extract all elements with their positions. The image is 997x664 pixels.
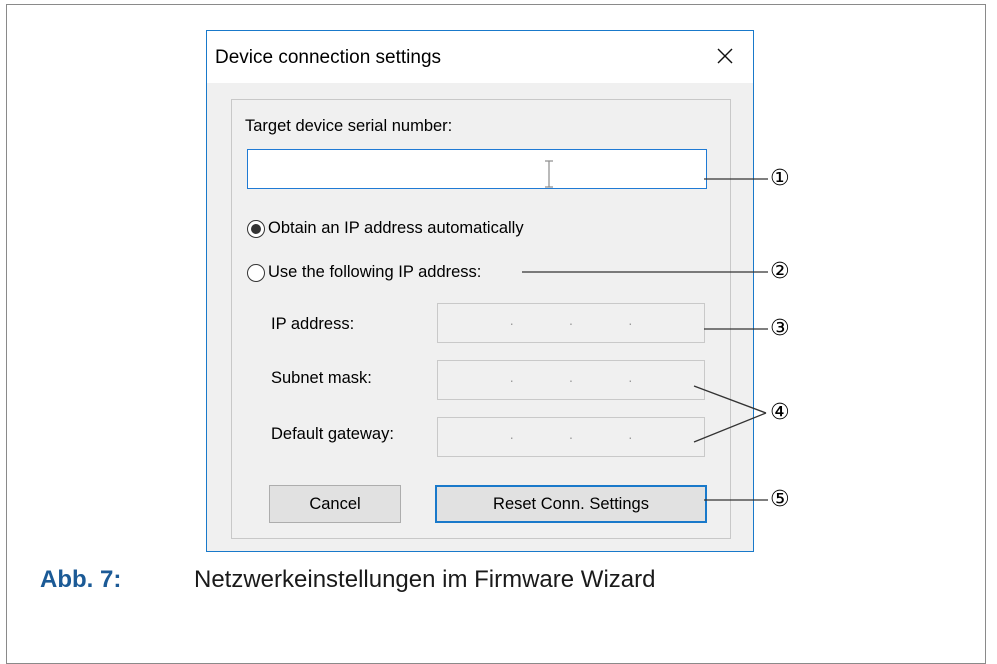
reset-conn-settings-button[interactable]: Reset Conn. Settings [435, 485, 707, 523]
radio-button-checked[interactable] [247, 219, 265, 238]
device-connection-dialog: Device connection settings Target device… [206, 30, 754, 552]
octet-separator: · [509, 372, 514, 388]
octet-separator: · [568, 372, 574, 388]
close-icon [717, 48, 733, 64]
octet-separator: · [568, 315, 574, 331]
close-button[interactable] [707, 39, 743, 73]
octet-separator: · [509, 429, 514, 445]
subnet-mask-label: Subnet mask: [271, 369, 372, 387]
octet-separator: · [509, 315, 514, 331]
serial-number-label: Target device serial number: [245, 117, 453, 135]
serial-number-input[interactable] [247, 149, 707, 189]
callout-1: ① [770, 166, 790, 191]
octet-separator: · [627, 372, 633, 388]
figure-label: Abb. 7: [40, 566, 122, 593]
callout-3: ③ [770, 316, 790, 341]
callout-4: ④ [770, 400, 790, 425]
title-bar: Device connection settings [207, 31, 753, 83]
callout-2: ② [770, 259, 790, 284]
octet-separator: · [568, 429, 574, 445]
callout-5: ⑤ [770, 487, 790, 512]
radio-obtain-automatically[interactable]: Obtain an IP address automatically [247, 219, 524, 238]
octet-separator: · [627, 315, 633, 331]
subnet-mask-field: · · · [437, 360, 705, 400]
radio-use-following[interactable]: Use the following IP address: [247, 263, 481, 282]
text-cursor-icon [545, 160, 553, 188]
default-gateway-label: Default gateway: [271, 425, 394, 443]
ip-address-field: · · · [437, 303, 705, 343]
ip-address-label: IP address: [271, 315, 355, 333]
default-gateway-field: · · · [437, 417, 705, 457]
cancel-button[interactable]: Cancel [269, 485, 401, 523]
radio-button-unchecked[interactable] [247, 263, 265, 282]
radio-manual-label: Use the following IP address: [268, 263, 482, 281]
octet-separator: · [627, 429, 633, 445]
dialog-title: Device connection settings [215, 47, 442, 68]
figure-caption: Netzwerkeinstellungen im Firmware Wizard [194, 566, 656, 593]
radio-auto-label: Obtain an IP address automatically [268, 219, 524, 237]
